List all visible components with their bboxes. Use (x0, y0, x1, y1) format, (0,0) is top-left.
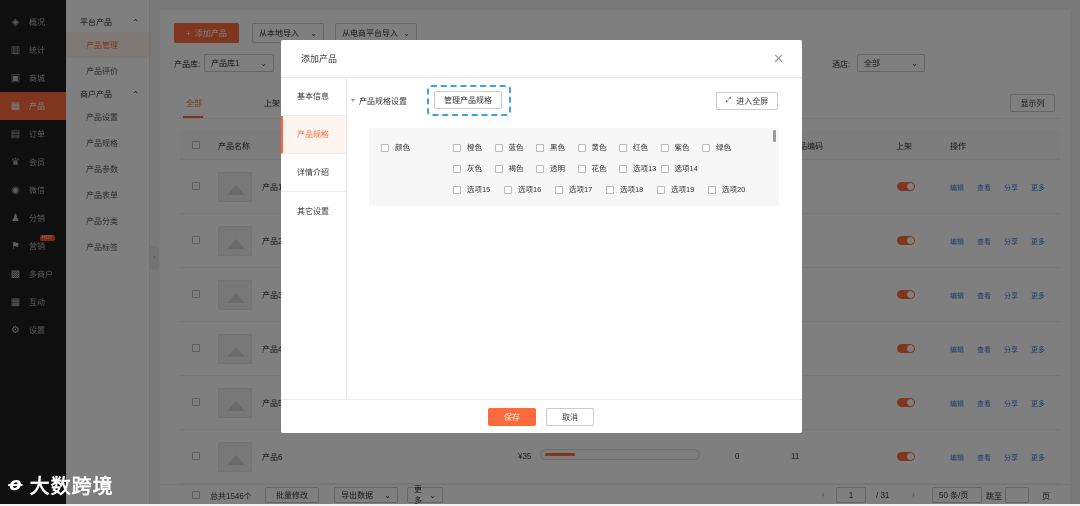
add-product-modal: 添加产品 ✕ 基本信息 产品规格 详情介绍 其它设置 产品规格设置 管理产品规格… (281, 40, 802, 433)
option-checkbox[interactable] (657, 185, 665, 194)
modal-tab-basic-info[interactable]: 基本信息 (281, 78, 346, 116)
option-label: 选项20 (722, 185, 746, 194)
options-scrollbar[interactable] (773, 130, 776, 142)
spec-option[interactable]: 选项20 (708, 184, 745, 195)
option-checkbox[interactable] (504, 185, 512, 194)
watermark: ꝋ 大数跨境 (8, 470, 114, 499)
watermark-text: 大数跨境 (29, 476, 114, 498)
spec-group-color[interactable]: 颜色 (381, 142, 410, 153)
option-checkbox[interactable] (702, 143, 710, 152)
modal-header: 添加产品 ✕ (281, 40, 802, 78)
option-checkbox[interactable] (453, 185, 461, 194)
option-checkbox[interactable] (494, 164, 503, 173)
spec-option[interactable]: 选项14 (660, 163, 698, 174)
close-icon[interactable]: ✕ (773, 51, 784, 67)
modal-tab-details[interactable]: 详情介绍 (281, 154, 346, 192)
option-checkbox[interactable] (536, 143, 544, 152)
option-label: 紫色 (674, 143, 690, 152)
option-label: 选项19 (671, 185, 695, 194)
spec-option[interactable]: 红色 (619, 142, 648, 153)
option-label: 褐色 (508, 164, 524, 173)
spec-option[interactable]: 褐色 (494, 163, 524, 174)
modal-tab-spec[interactable]: 产品规格 (281, 116, 346, 154)
option-checkbox[interactable] (619, 164, 627, 173)
option-label: 选项13 (633, 164, 657, 173)
spec-options-panel: 颜色 橙色 蓝色 黑色 黄色 红色 紫色 绿色灰色 褐色 透明 花色 选项13 选项14 选项15 选项1… (369, 128, 779, 206)
spec-option[interactable]: 蓝色 (494, 142, 524, 153)
option-label: 选项15 (467, 185, 491, 194)
spec-option[interactable]: 透明 (536, 163, 565, 174)
option-checkbox[interactable] (577, 164, 586, 173)
fullscreen-icon: ⤢ (725, 97, 732, 104)
spec-option[interactable]: 黄色 (577, 142, 607, 153)
manage-spec-button[interactable]: 管理产品规格 (434, 91, 502, 109)
option-checkbox[interactable] (708, 185, 716, 194)
spec-option[interactable]: 选项19 (657, 184, 694, 195)
option-label: 选项14 (674, 164, 698, 173)
option-label: 灰色 (467, 164, 482, 173)
option-label: 选项18 (620, 185, 644, 194)
spec-option[interactable]: 选项17 (555, 184, 592, 195)
spec-option[interactable]: 绿色 (702, 142, 731, 153)
option-label: 橙色 (467, 143, 482, 152)
option-checkbox[interactable] (453, 143, 461, 152)
option-label: 黑色 (550, 143, 565, 152)
option-label: 蓝色 (508, 143, 524, 152)
option-checkbox[interactable] (536, 164, 544, 173)
watermark-logo-icon: ꝋ (8, 474, 24, 494)
modal-title: 添加产品 (301, 54, 338, 64)
option-label: 透明 (550, 164, 565, 173)
spec-option[interactable]: 紫色 (660, 142, 690, 153)
option-label: 红色 (633, 143, 648, 152)
modal-tab-other[interactable]: 其它设置 (281, 192, 346, 230)
option-label: 选项17 (569, 185, 593, 194)
option-checkbox[interactable] (555, 185, 563, 194)
option-checkbox[interactable] (494, 143, 503, 152)
option-checkbox[interactable] (660, 143, 669, 152)
spec-option[interactable]: 橙色 (453, 142, 482, 153)
option-label: 花色 (591, 164, 607, 173)
option-checkbox[interactable] (606, 185, 614, 194)
spec-option[interactable]: 选项16 (504, 184, 541, 195)
spec-option[interactable]: 花色 (577, 163, 607, 174)
cancel-button[interactable]: 取消 (546, 408, 594, 426)
modal-nav: 基本信息 产品规格 详情介绍 其它设置 (281, 78, 347, 398)
option-checkbox[interactable] (660, 164, 669, 173)
color-label: 颜色 (395, 143, 410, 152)
spec-option[interactable]: 选项18 (606, 184, 643, 195)
color-checkbox[interactable] (381, 143, 389, 152)
spec-option[interactable]: 选项15 (453, 184, 490, 195)
option-label: 选项16 (518, 185, 542, 194)
option-checkbox[interactable] (619, 143, 627, 152)
modal-footer: 保存 取消 (281, 399, 802, 433)
spec-option[interactable]: 灰色 (453, 163, 482, 174)
save-button[interactable]: 保存 (488, 408, 536, 426)
option-checkbox[interactable] (453, 164, 461, 173)
option-label: 绿色 (716, 143, 731, 152)
fullscreen-button[interactable]: ⤢ 进入全屏 (716, 92, 778, 110)
fullscreen-label: 进入全屏 (736, 96, 769, 106)
option-checkbox[interactable] (577, 143, 586, 152)
spec-section-title[interactable]: 产品规格设置 (351, 96, 407, 107)
spec-option[interactable]: 黑色 (536, 142, 565, 153)
spec-option[interactable]: 选项13 (619, 163, 656, 174)
spec-section: 产品规格设置 管理产品规格 ⤢ 进入全屏 颜色 橙色 蓝色 黑色 黄色 红色 紫色 绿色灰色 褐… (351, 85, 789, 388)
option-label: 黄色 (591, 143, 607, 152)
